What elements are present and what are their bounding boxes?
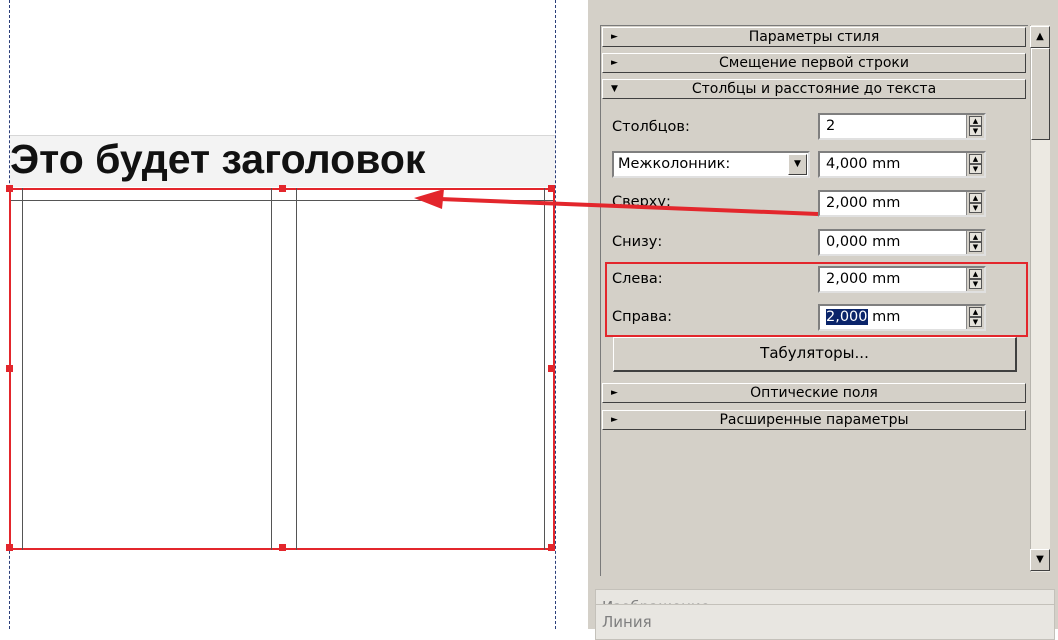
arrow-head-icon <box>414 189 444 209</box>
arrow-shaft <box>439 197 819 216</box>
annotation-arrow <box>414 189 819 216</box>
